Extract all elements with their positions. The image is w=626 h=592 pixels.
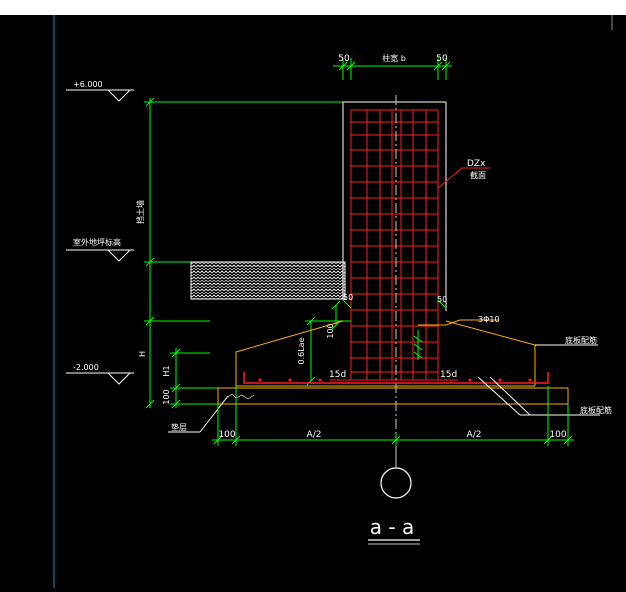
dim-100-base-label: 100 (162, 389, 171, 404)
axis-bubble (380, 467, 412, 499)
elev-marker-top (66, 89, 134, 102)
column-label-2: 截面 (470, 170, 486, 180)
bottom-dimension (212, 386, 574, 446)
soil-hatch (190, 261, 346, 300)
dim-anchor-left-50: 50 (343, 293, 353, 302)
hook-right-label: 15d (440, 370, 457, 380)
cushion-label: 垫层 (171, 422, 187, 432)
dim-column-width: 柱宽 b (382, 53, 406, 63)
column-outline (342, 101, 447, 311)
dim-right-50: 50 (436, 54, 448, 64)
column-rebar-grid (330, 109, 458, 381)
dim-H-label: H (138, 351, 147, 357)
stirrup-label: 3Φ10 (478, 315, 500, 324)
bottom-dim-100-left: 100 (218, 430, 235, 440)
hook-left-label: 15d (329, 370, 346, 380)
drawing-canvas: 50 柱宽 b 50 +6.000 室外地坪标高 -2.000 挡土墙 H H1… (0, 15, 626, 588)
column-label-1: DZx (467, 159, 486, 169)
base-rebar-bottom-label: 底板配筋 (580, 405, 612, 415)
bottom-dim-100-right: 100 (549, 430, 566, 440)
dim-left-50: 50 (338, 54, 350, 64)
footing-outline (235, 320, 536, 387)
section-drawing: 50 柱宽 b 50 +6.000 室外地坪标高 -2.000 挡土墙 H H1… (53, 15, 613, 588)
elev-top-label: +6.000 (73, 80, 103, 89)
wall-label: 挡土墙 (135, 200, 145, 224)
elev-marker-ground (66, 249, 134, 262)
elev-marker-bottom (66, 372, 134, 385)
left-vertical-dimensions (144, 97, 343, 409)
dim-anchor-right-50: 50 (437, 295, 447, 304)
elev-bottom-label: -2.000 (73, 363, 99, 372)
base-rebar-top-label: 底板配筋 (565, 335, 597, 345)
top-toolbar-strip (0, 0, 626, 15)
bottom-dim-A2-left: A/2 (307, 430, 322, 440)
elev-ground-label: 室外地坪标高 (73, 237, 121, 247)
anchor-length-label: 0.6Lae (297, 337, 306, 364)
dim-H1-label: H1 (162, 365, 171, 376)
cushion-texture (227, 393, 255, 400)
bottom-dim-A2-right: A/2 (467, 430, 482, 440)
section-title: a - a (370, 515, 414, 539)
